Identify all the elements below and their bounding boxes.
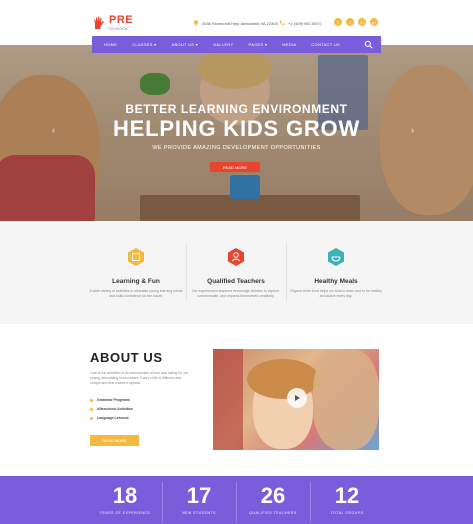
list-item: Language Lessons xyxy=(90,416,133,420)
search-icon[interactable] xyxy=(364,40,373,49)
meal-hex-icon xyxy=(328,248,344,266)
feature-title: Learning & Fun xyxy=(112,278,160,285)
nav-home[interactable]: HOME xyxy=(104,42,117,47)
play-icon[interactable] xyxy=(287,388,307,408)
about-title: ABOUT US xyxy=(90,350,163,365)
phone[interactable]: +1 (409) 987-5874 xyxy=(279,20,321,26)
feature-teachers: Qualified Teachers Our experienced teach… xyxy=(186,247,286,299)
teacher-hex-icon xyxy=(228,248,244,266)
feature-learning: Learning & Fun A wide variety of activit… xyxy=(86,247,186,299)
main-nav: HOME CLASSES ▾ ABOUT US ▾ GALLERY PAGES … xyxy=(92,36,381,53)
feature-title: Healthy Meals xyxy=(314,278,358,285)
twitter-icon[interactable]: t xyxy=(334,18,342,26)
stat-label: NEW STUDENTS xyxy=(182,511,216,515)
feature-text: Organic fresh food helps our kids to lea… xyxy=(290,289,382,298)
list-item-label: Afterschool Activities xyxy=(97,407,133,411)
stat-teachers: 26 QUALIFIED TEACHERS xyxy=(236,483,310,516)
feature-text: Our experienced teachers encourage child… xyxy=(191,289,281,298)
about-text: Lots of fun activities in an atmosphere … xyxy=(90,371,189,385)
video-teacher-shape xyxy=(313,349,379,450)
stat-groups: 12 TOTAL GROUPS xyxy=(310,483,384,516)
social-links: t f in g+ xyxy=(334,18,378,26)
nav-about[interactable]: ABOUT US ▾ xyxy=(171,42,198,47)
facebook-icon[interactable]: f xyxy=(346,18,354,26)
logo[interactable]: PRE SCHOOL xyxy=(92,15,133,31)
nav-media[interactable]: MEDIA xyxy=(282,42,296,47)
header: PRE SCHOOL 4036 Richmond Hwy, Alexandria… xyxy=(0,0,473,40)
nav-pages[interactable]: PAGES ▾ xyxy=(248,42,267,47)
phone-text: +1 (409) 987-5874 xyxy=(288,20,322,26)
feature-title: Qualified Teachers xyxy=(207,278,265,285)
stat-label: TOTAL GROUPS xyxy=(330,511,364,515)
map-pin-icon xyxy=(194,20,198,26)
stat-label: YEARS OF EXPERIENCE xyxy=(99,511,151,515)
linkedin-icon[interactable]: in xyxy=(358,18,366,26)
google-plus-icon[interactable]: g+ xyxy=(370,18,378,26)
stat-value: 26 xyxy=(260,483,286,508)
logo-sub: SCHOOL xyxy=(109,26,129,31)
stat-students: 17 NEW STUDENTS xyxy=(162,483,236,516)
stat-value: 17 xyxy=(186,483,212,508)
nav-classes[interactable]: CLASSES ▾ xyxy=(132,42,156,47)
about-video[interactable] xyxy=(213,349,379,450)
hero-slider: ‹ › BETTER LEARNING ENVIRONMENT HELPING … xyxy=(0,45,473,221)
nav-gallery[interactable]: GALLERY xyxy=(213,42,233,47)
address-text: 4036 Richmond Hwy, Alexandria VA 22303 xyxy=(202,20,278,26)
bullet-icon xyxy=(90,398,93,402)
stat-value: 18 xyxy=(112,483,138,508)
stat-value: 12 xyxy=(334,483,360,508)
hero-eyebrow: BETTER LEARNING ENVIRONMENT xyxy=(125,102,348,116)
phone-icon xyxy=(279,20,285,26)
about-section: ABOUT US Lots of fun activities in an at… xyxy=(0,324,473,476)
features-section: Learning & Fun A wide variety of activit… xyxy=(0,221,473,324)
feature-meals: Healthy Meals Organic fresh food helps o… xyxy=(286,247,386,299)
list-item: Afterschool Activities xyxy=(90,407,133,411)
stat-years: 18 YEARS OF EXPERIENCE xyxy=(88,483,162,516)
stats-section: 18 YEARS OF EXPERIENCE 17 NEW STUDENTS 2… xyxy=(0,476,473,524)
bullet-icon xyxy=(90,416,93,420)
hero-title: HELPING KIDS GROW xyxy=(112,116,361,141)
hero-read-more-button[interactable]: READ MORE xyxy=(210,162,260,172)
hand-logo-icon xyxy=(94,16,104,29)
stat-label: QUALIFIED TEACHERS xyxy=(249,511,297,515)
book-hex-icon xyxy=(128,248,144,266)
video-wall-shape xyxy=(213,349,243,450)
about-read-more-button[interactable]: READ MORE xyxy=(90,435,139,446)
list-item: Grammar Programs xyxy=(90,398,133,402)
hero-subtitle: WE PROVIDE AMAZING DEVELOPMENT OPPORTUNI… xyxy=(152,145,321,151)
feature-text: A wide variety of activities to stimulat… xyxy=(89,289,183,298)
list-item-label: Language Lessons xyxy=(97,416,129,420)
bullet-icon xyxy=(90,407,93,411)
nav-contact[interactable]: CONTACT US xyxy=(311,42,340,47)
logo-name: PRE xyxy=(109,14,134,26)
video-child-hair xyxy=(247,359,319,399)
address: 4036 Richmond Hwy, Alexandria VA 22303 xyxy=(193,20,278,26)
about-list: Grammar Programs Afterschool Activities … xyxy=(90,398,133,425)
list-item-label: Grammar Programs xyxy=(97,398,130,402)
